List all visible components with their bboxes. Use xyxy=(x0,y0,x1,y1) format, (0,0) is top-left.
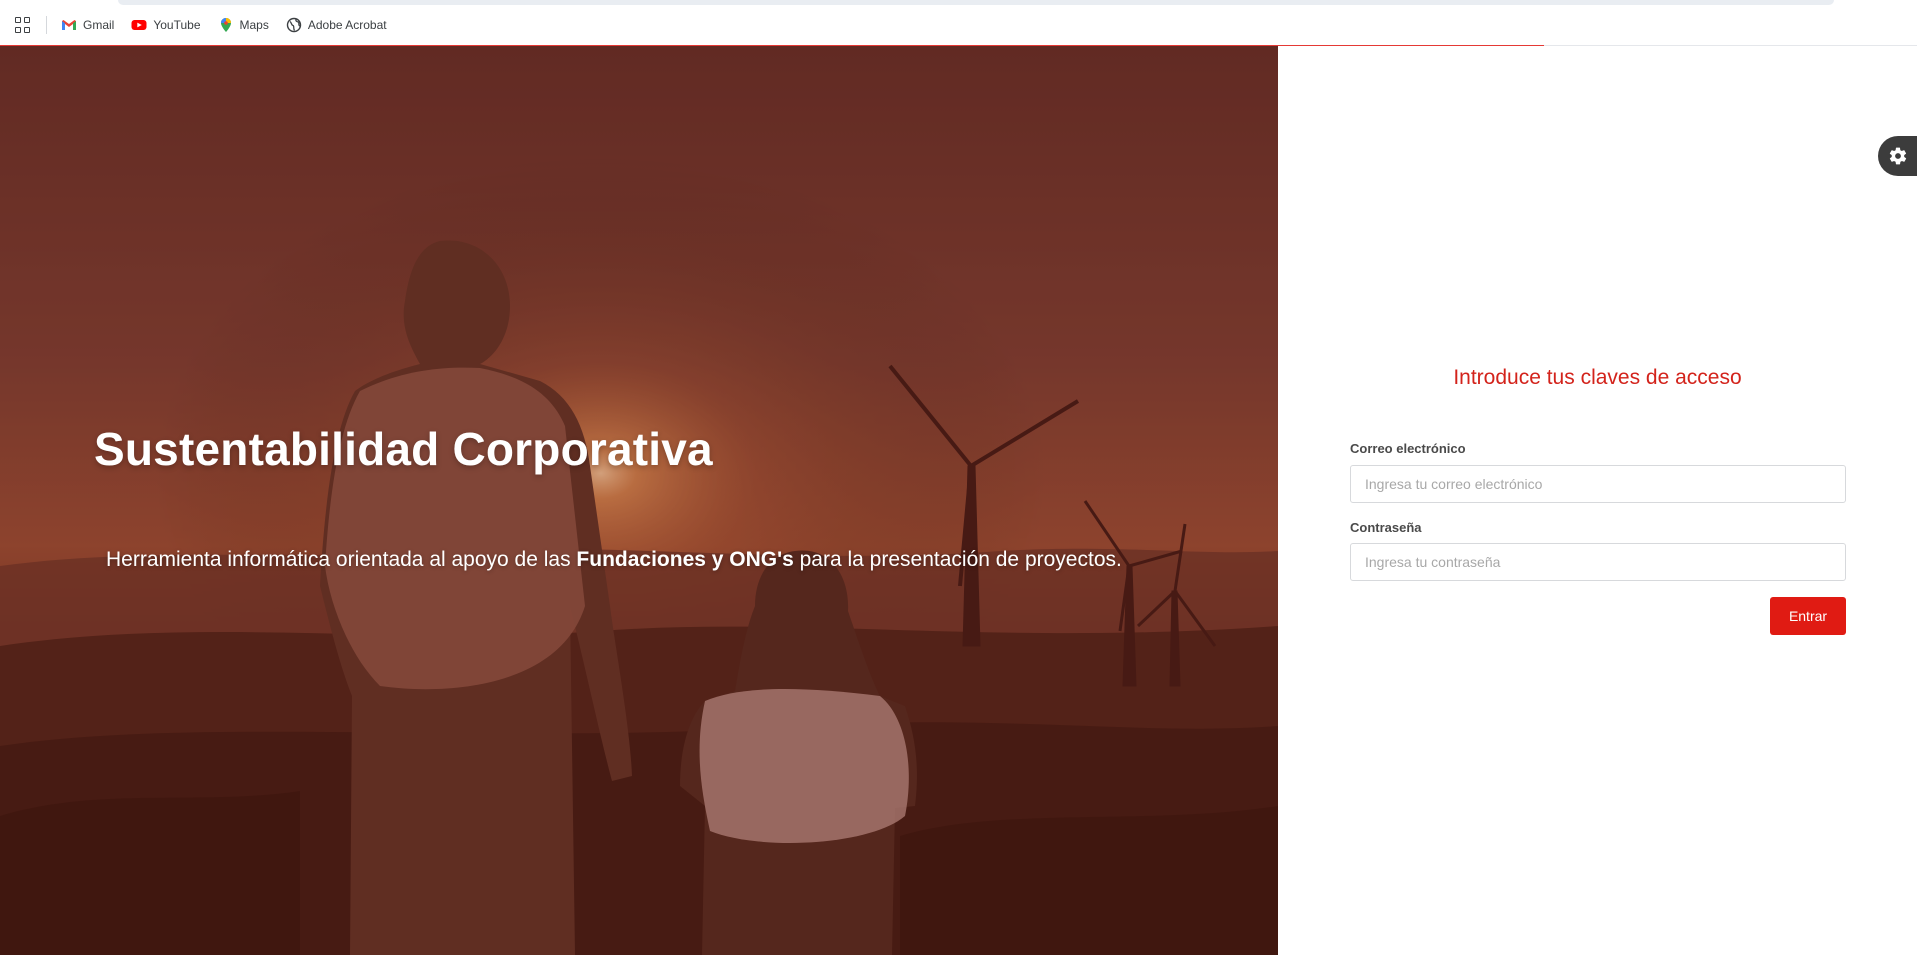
hero-subtitle-text-end: para la presentación de proyectos. xyxy=(793,548,1122,571)
bookmarks-bar: Gmail YouTube Maps Adobe Acrobat xyxy=(0,0,1917,46)
login-panel: Introduce tus claves de acceso Correo el… xyxy=(1278,46,1917,955)
apps-grid-icon[interactable] xyxy=(14,16,32,34)
bookmark-label: Gmail xyxy=(83,18,115,32)
gear-icon xyxy=(1889,147,1906,165)
hero-title: Sustentabilidad Corporativa xyxy=(94,423,713,475)
bookmark-label: Adobe Acrobat xyxy=(307,18,387,32)
bookmark-adobe-acrobat[interactable]: Adobe Acrobat xyxy=(286,17,387,33)
bookmark-youtube[interactable]: YouTube xyxy=(131,17,201,33)
bookmarks-separator xyxy=(46,16,47,34)
login-heading: Introduce tus claves de acceso xyxy=(1453,366,1742,389)
gmail-icon xyxy=(62,20,76,30)
hero-subtitle: Herramienta informática orientada al apo… xyxy=(106,548,1122,572)
address-bar-edge[interactable] xyxy=(118,0,1834,5)
email-field[interactable] xyxy=(1350,465,1846,503)
bookmark-label: Maps xyxy=(239,18,269,32)
hero-subtitle-highlight: Fundaciones y ONG's xyxy=(576,548,794,571)
password-field[interactable] xyxy=(1350,543,1846,581)
email-label: Correo electrónico xyxy=(1350,441,1466,456)
maps-icon xyxy=(220,18,231,32)
settings-tab[interactable] xyxy=(1878,136,1917,176)
hero-background-image xyxy=(0,46,1278,955)
bookmarks-row: Gmail YouTube Maps Adobe Acrobat xyxy=(14,14,404,36)
hero-subtitle-text: Herramienta informática orientada al apo… xyxy=(106,548,577,571)
bookmark-maps[interactable]: Maps xyxy=(218,17,269,33)
login-submit-button[interactable]: Entrar xyxy=(1770,597,1846,635)
globe-icon xyxy=(286,17,302,33)
hero-section: Sustentabilidad Corporativa Herramienta … xyxy=(0,46,1278,955)
password-label: Contraseña xyxy=(1350,520,1422,535)
bookmark-label: YouTube xyxy=(153,18,201,32)
youtube-icon xyxy=(131,20,147,30)
bookmark-gmail[interactable]: Gmail xyxy=(61,17,114,33)
